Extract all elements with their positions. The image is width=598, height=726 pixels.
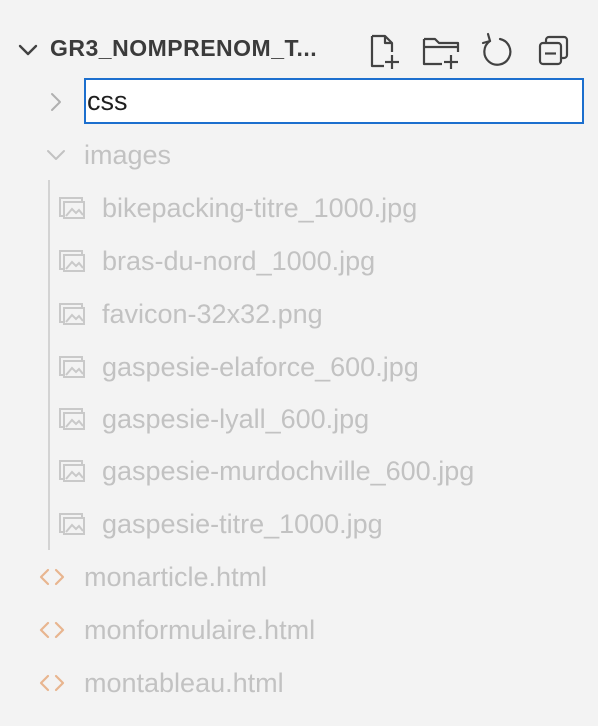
file-label: gaspesie-lyall_600.jpg (102, 404, 370, 434)
file-label: montableau.html (84, 668, 284, 698)
image-file-icon (59, 197, 85, 219)
tree-row-html-file[interactable]: monformulaire.html (0, 605, 598, 655)
tree-row-html-file[interactable]: montableau.html (0, 658, 598, 708)
new-folder-icon[interactable] (420, 30, 464, 74)
tree-row-image-file[interactable]: favicon-32x32.png (0, 289, 598, 339)
html-file-icon (39, 674, 65, 692)
image-file-icon (59, 460, 85, 482)
file-label: bras-du-nord_1000.jpg (102, 246, 376, 276)
rename-input-box[interactable] (84, 78, 584, 124)
tree-row-html-file[interactable]: monarticle.html (0, 552, 598, 602)
new-file-icon[interactable] (364, 30, 408, 74)
chevron-down-icon[interactable] (16, 38, 40, 62)
tree-row-image-file[interactable]: bras-du-nord_1000.jpg (0, 236, 598, 286)
tree-row-image-file[interactable]: gaspesie-lyall_600.jpg (0, 394, 598, 444)
file-explorer: GR3_NOMPRENOM_T... css images bikepackin… (0, 0, 598, 726)
image-file-icon (59, 513, 85, 535)
folder-label-images: images (84, 140, 172, 170)
tree-row-image-file[interactable]: gaspesie-titre_1000.jpg (0, 499, 598, 549)
file-label: monformulaire.html (84, 615, 316, 645)
tree-row-image-file[interactable]: gaspesie-murdochville_600.jpg (0, 446, 598, 496)
file-label: bikepacking-titre_1000.jpg (102, 193, 418, 223)
file-label: gaspesie-titre_1000.jpg (102, 509, 383, 539)
image-file-icon (59, 356, 85, 378)
refresh-icon[interactable] (476, 30, 520, 74)
chevron-down-icon[interactable] (44, 143, 68, 167)
rename-input[interactable] (86, 80, 582, 122)
image-file-icon (59, 250, 85, 272)
folder-title: GR3_NOMPRENOM_T... (50, 35, 318, 61)
chevron-right-icon[interactable] (44, 90, 68, 114)
image-file-icon (59, 408, 85, 430)
tree-row-images-folder[interactable]: images (0, 130, 598, 180)
file-label: monarticle.html (84, 562, 268, 592)
file-label: favicon-32x32.png (102, 299, 323, 329)
file-label: gaspesie-murdochville_600.jpg (102, 456, 475, 486)
tree-row-image-file[interactable]: bikepacking-titre_1000.jpg (0, 183, 598, 233)
html-file-icon (39, 568, 65, 586)
explorer-folder-header[interactable]: GR3_NOMPRENOM_T... (0, 22, 598, 78)
image-file-icon (59, 303, 85, 325)
html-file-icon (39, 621, 65, 639)
collapse-all-icon[interactable] (532, 30, 576, 74)
file-label: gaspesie-elaforce_600.jpg (102, 352, 419, 382)
tree-row-image-file[interactable]: gaspesie-elaforce_600.jpg (0, 342, 598, 392)
